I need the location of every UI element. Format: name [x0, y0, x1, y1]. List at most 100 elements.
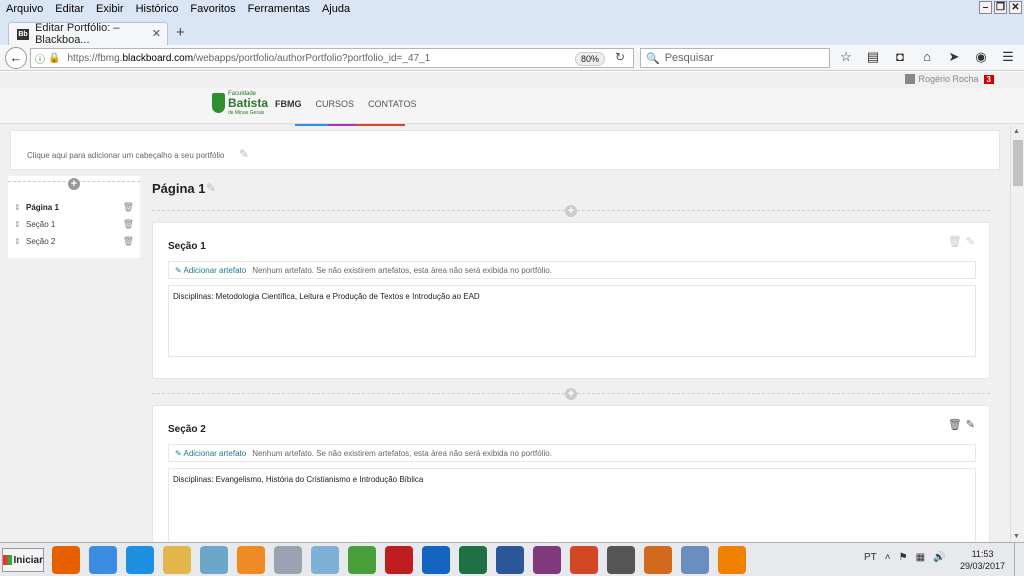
file-explorer-icon[interactable] [163, 546, 191, 574]
media-player-icon[interactable] [237, 546, 265, 574]
edit-page-title-pencil-icon[interactable]: ✎ [206, 181, 216, 195]
ie-icon[interactable] [126, 546, 154, 574]
trash-icon[interactable]: 🗑 [123, 219, 134, 230]
brand-nav: FBMG CURSOS CONTATOS [275, 99, 417, 109]
language-indicator[interactable]: PT [864, 552, 877, 563]
sidebar-item-pagina-1[interactable]: ⇕ Página 1 🗑 [14, 200, 134, 214]
bookmark-star-icon[interactable]: ☆ [838, 49, 854, 65]
user-menu[interactable]: Rogério Rocha 3 [904, 74, 994, 84]
trash-icon[interactable]: 🗑 [123, 236, 134, 247]
volume-icon[interactable]: 🔊 [933, 552, 945, 563]
network-icon[interactable]: ▦ [916, 552, 925, 563]
edit-header-pencil-icon[interactable]: ✎ [239, 147, 249, 161]
add-section-icon[interactable]: + [565, 388, 577, 400]
tab-strip: Bb Editar Portfólio: – Blackboa... ✕ + [0, 18, 1024, 46]
account-icon[interactable]: ◉ [973, 49, 989, 65]
add-section-divider: + [152, 205, 990, 217]
video-icon[interactable] [607, 546, 635, 574]
restore-icon[interactable]: ❐ [994, 1, 1007, 14]
powerpoint-icon[interactable] [570, 546, 598, 574]
reload-icon[interactable]: ↻ [615, 50, 625, 64]
clock[interactable]: 11:53 29/03/2017 [960, 548, 1005, 572]
outlook-icon[interactable] [422, 546, 450, 574]
delete-section-icon[interactable]: 🗑 [948, 235, 962, 248]
artifact-bar: ✎ Adicionar artefato Nenhum artefato. Se… [168, 444, 976, 462]
logo-line3: de Minas Gerais [227, 109, 265, 116]
tray-expand-icon[interactable]: ˄ [885, 552, 891, 563]
drag-handle-icon[interactable]: ⇕ [14, 237, 26, 246]
header-prompt[interactable]: Clique aqui para adicionar um cabeçalho … [27, 151, 224, 160]
pocket-icon[interactable]: ◘ [892, 49, 908, 65]
user-name: Rogério Rocha [918, 74, 979, 84]
portfolio-header-area[interactable]: Clique aqui para adicionar um cabeçalho … [10, 130, 1000, 170]
reading-list-icon[interactable]: ▤ [865, 49, 881, 65]
info-icon[interactable]: ⓘ [35, 51, 45, 66]
minimize-icon[interactable]: – [979, 1, 992, 14]
add-page-icon[interactable]: + [68, 178, 80, 190]
windows-flag-icon [3, 555, 12, 565]
search-input[interactable]: 🔍 Pesquisar [640, 48, 830, 68]
firefox-icon[interactable] [52, 546, 80, 574]
taskbar: Iniciar PT ˄ ⚑ ▦ 🔊 11:53 29/03/2017 [0, 542, 1024, 576]
back-icon[interactable]: ← [5, 47, 27, 69]
vlc-icon[interactable] [718, 546, 746, 574]
paint-icon[interactable] [311, 546, 339, 574]
notification-badge[interactable]: 3 [983, 74, 994, 84]
nav-fbmg[interactable]: FBMG [275, 99, 302, 109]
drag-handle-icon[interactable]: ⇕ [14, 203, 26, 212]
filezilla-icon[interactable] [385, 546, 413, 574]
section-2-card: Seção 2 🗑 ✎ ✎ Adicionar artefato Nenhum … [152, 405, 990, 542]
menu-historico[interactable]: Histórico [130, 3, 185, 15]
start-button[interactable]: Iniciar [2, 548, 44, 572]
menu-favoritos[interactable]: Favoritos [184, 3, 241, 15]
presentation-icon[interactable] [681, 546, 709, 574]
edit-section-pencil-icon[interactable]: ✎ [966, 235, 975, 248]
add-artifact-label: Adicionar artefato [183, 448, 247, 458]
section-content[interactable]: Disciplinas: Evangelismo, História do Cr… [168, 468, 976, 542]
scroll-up-icon[interactable]: ▲ [1013, 128, 1020, 135]
url-host: blackboard.com [122, 52, 194, 64]
nav-cursos[interactable]: CURSOS [316, 99, 355, 109]
film-reel-icon[interactable] [644, 546, 672, 574]
trash-icon[interactable]: 🗑 [123, 202, 134, 213]
excel-icon[interactable] [459, 546, 487, 574]
scrollbar-thumb[interactable] [1013, 140, 1023, 186]
home-icon[interactable]: ⌂ [919, 49, 935, 65]
add-artifact-link[interactable]: ✎ Adicionar artefato [175, 449, 246, 458]
send-icon[interactable]: ➤ [946, 49, 962, 65]
onenote-icon[interactable] [533, 546, 561, 574]
word-icon[interactable] [496, 546, 524, 574]
menu-arquivo[interactable]: Arquivo [0, 3, 49, 15]
calculator-icon[interactable] [274, 546, 302, 574]
section-content[interactable]: Disciplinas: Metodologia Científica, Lei… [168, 285, 976, 357]
spreadsheet-app-icon[interactable] [348, 546, 376, 574]
chrome-icon[interactable] [89, 546, 117, 574]
hamburger-menu-icon[interactable]: ☰ [1000, 49, 1016, 65]
sidebar-item-secao-1[interactable]: ⇕ Seção 1 🗑 [14, 217, 134, 231]
section-actions: 🗑 ✎ [948, 235, 975, 248]
menu-editar[interactable]: Editar [49, 3, 90, 15]
page-scrollbar[interactable]: ▲ ▼ [1010, 126, 1024, 542]
zoom-indicator[interactable]: 80% [574, 52, 605, 66]
drag-handle-icon[interactable]: ⇕ [14, 220, 26, 229]
close-window-icon[interactable]: ✕ [1009, 1, 1022, 14]
address-bar[interactable]: ⓘ 🔒 https://fbmg.blackboard.com/webapps/… [30, 48, 634, 68]
scroll-down-icon[interactable]: ▼ [1013, 533, 1020, 540]
notes-icon[interactable] [200, 546, 228, 574]
menu-exibir[interactable]: Exibir [90, 3, 130, 15]
show-desktop-button[interactable] [1014, 543, 1024, 576]
menu-ajuda[interactable]: Ajuda [316, 3, 356, 15]
action-center-flag-icon[interactable]: ⚑ [899, 552, 908, 563]
fbmg-logo[interactable]: Faculdade Batista de Minas Gerais [212, 90, 268, 116]
edit-section-pencil-icon[interactable]: ✎ [966, 418, 975, 431]
nav-contatos[interactable]: CONTATOS [368, 99, 417, 109]
new-tab-icon[interactable]: + [176, 24, 185, 41]
menu-ferramentas[interactable]: Ferramentas [242, 3, 316, 15]
add-artifact-link[interactable]: ✎ Adicionar artefato [175, 266, 246, 275]
delete-section-icon[interactable]: 🗑 [948, 418, 962, 431]
tab-title: Editar Portfólio: – Blackboa... [35, 22, 120, 46]
sidebar-item-secao-2[interactable]: ⇕ Seção 2 🗑 [14, 234, 134, 248]
tab-editar-portfolio[interactable]: Bb Editar Portfólio: – Blackboa... ✕ [8, 22, 168, 46]
close-tab-icon[interactable]: ✕ [152, 27, 161, 40]
add-section-icon[interactable]: + [565, 205, 577, 217]
